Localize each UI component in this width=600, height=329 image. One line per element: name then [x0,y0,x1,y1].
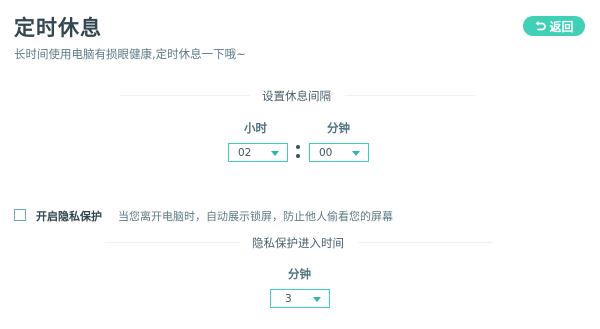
back-button[interactable]: 返回 [523,16,585,36]
divider-left [105,242,240,243]
privacy-minute-value: 3 [285,293,292,305]
page-title: 定时休息 [14,16,102,40]
privacy-checkbox[interactable] [14,209,26,221]
interval-section-title: 设置休息间隔 [262,89,331,103]
return-arrow-icon [534,20,547,32]
minute-label: 分钟 [327,121,350,135]
minute-select[interactable]: 00 [309,143,369,162]
hour-select[interactable]: 02 [228,143,288,162]
privacy-checkbox-label[interactable]: 开启隐私保护 [36,208,102,224]
page-subtitle: 长时间使用电脑有损眼健康,定时休息一下哦~ [14,47,246,61]
colon-dot-top [296,145,300,149]
divider-right [345,95,475,96]
hour-label: 小时 [244,121,267,135]
colon-dot-bottom [296,154,300,158]
chevron-down-icon [271,151,279,156]
minute-select-value: 00 [319,147,333,159]
divider-left [120,95,250,96]
privacy-description: 当您离开电脑时，自动展示锁屏，防止他人偷看您的屏幕 [118,210,393,223]
chevron-down-icon [352,151,360,156]
back-button-label: 返回 [549,19,574,34]
divider-right [358,242,493,243]
chevron-down-icon [313,297,321,302]
privacy-minute-select[interactable]: 3 [270,289,330,308]
privacy-minute-label: 分钟 [288,267,311,281]
privacy-section-title: 隐私保护进入时间 [252,236,344,250]
hour-select-value: 02 [238,147,252,159]
